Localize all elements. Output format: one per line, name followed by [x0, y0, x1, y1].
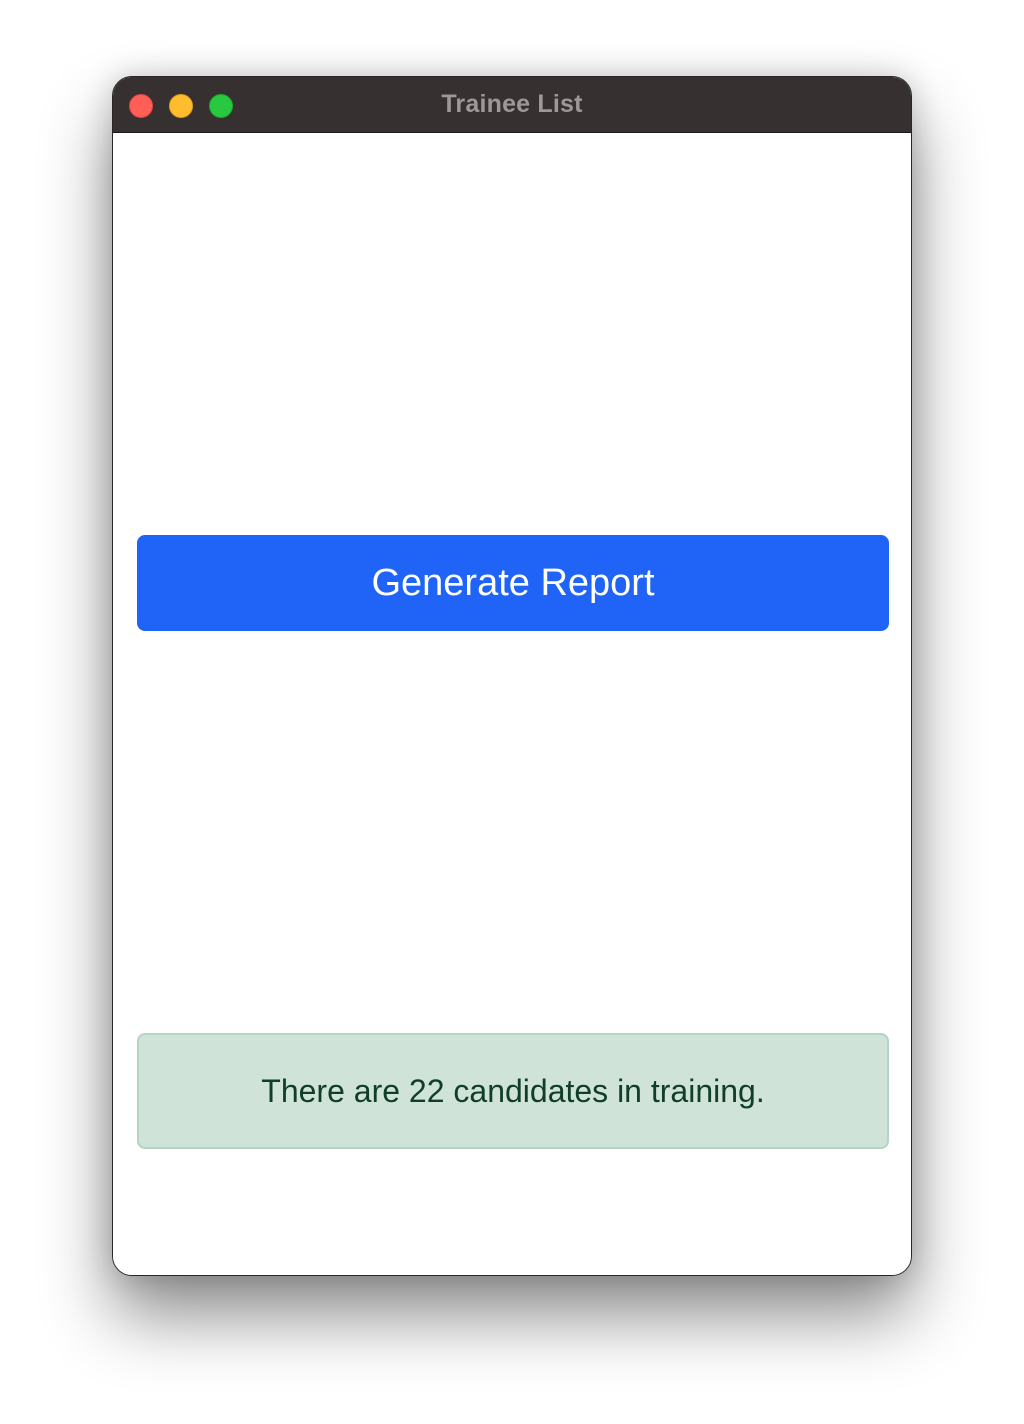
app-window: Trainee List Generate Report There are 2…	[112, 76, 912, 1276]
status-alert: There are 22 candidates in training.	[137, 1033, 889, 1149]
generate-report-button[interactable]: Generate Report	[137, 535, 889, 631]
window-title: Trainee List	[441, 90, 583, 118]
window-content: Generate Report There are 22 candidates …	[113, 133, 911, 1275]
title-bar[interactable]: Trainee List	[113, 77, 911, 133]
